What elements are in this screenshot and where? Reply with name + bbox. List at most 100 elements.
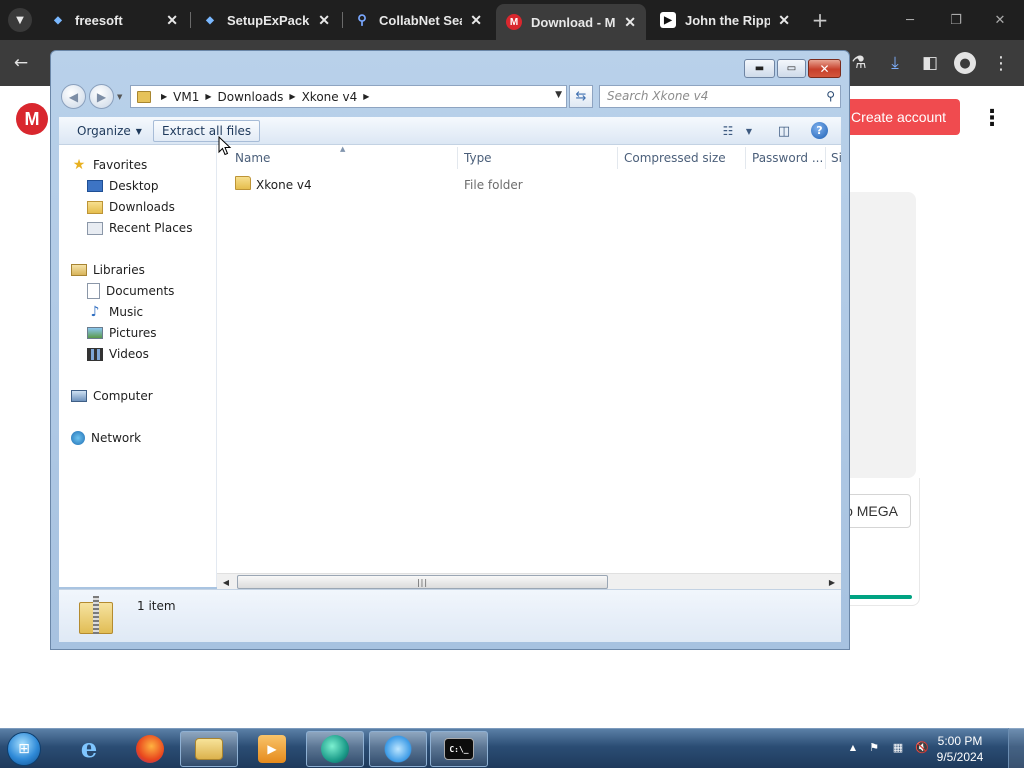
window-maximize-button[interactable]: ▭ <box>777 59 806 78</box>
start-button[interactable]: ⊞ <box>4 730 44 768</box>
breadcrumb-item[interactable]: Downloads <box>218 90 284 104</box>
tab-close-icon[interactable]: ✕ <box>778 12 790 29</box>
close-icon[interactable]: ✕ <box>988 8 1012 32</box>
scroll-thumb[interactable]: ||| <box>237 575 608 589</box>
network-tray-icon[interactable]: ▦ <box>890 738 906 756</box>
explorer-window: ▬ ▭ ✕ ◀ ▶ ▼ ▶ VM1 ▶ Downloads ▶ Xkone v4… <box>50 50 850 650</box>
column-header-name[interactable]: Name <box>235 151 455 167</box>
nav-recent-places[interactable]: Recent Places <box>87 219 192 237</box>
refresh-icon[interactable]: ⇆ <box>569 85 593 108</box>
address-dropdown-icon[interactable]: ▼ <box>555 90 562 100</box>
tab-freesoft[interactable]: ◆ freesoft ✕ <box>40 6 188 34</box>
tab-setupexpack[interactable]: ◆ SetupExPack ✕ <box>192 6 340 34</box>
system-clock[interactable]: 5:00 PM 9/5/2024 <box>928 733 992 765</box>
breadcrumb-arrow-icon[interactable]: ▶ <box>205 92 211 101</box>
nav-music[interactable]: ♪ Music <box>87 303 144 321</box>
navigation-pane: ★ Favorites Desktop Downloads Recent Pla… <box>59 145 217 587</box>
new-tab-button[interactable]: + <box>810 8 830 32</box>
column-header-size[interactable]: Si <box>831 151 841 167</box>
table-row[interactable]: Xkone v4 File folder <box>233 175 833 195</box>
bird-icon: ◆ <box>54 14 62 26</box>
details-pane: 1 item <box>59 589 841 642</box>
pictures-icon <box>87 327 103 339</box>
horizontal-scrollbar[interactable]: ◀ ||| ▶ <box>217 573 841 590</box>
view-chevron-down-icon[interactable]: ▼ <box>743 122 755 140</box>
recent-places-icon <box>87 221 103 235</box>
mega-logo[interactable]: M <box>16 103 48 135</box>
column-divider[interactable] <box>617 147 618 169</box>
back-arrow-icon[interactable]: ← <box>8 50 34 76</box>
network-app-icon[interactable] <box>369 731 427 767</box>
column-header-compressed-size[interactable]: Compressed size <box>624 151 744 167</box>
window-minimize-button[interactable]: ▬ <box>744 59 775 78</box>
profile-avatar-icon[interactable]: ● <box>952 50 978 76</box>
browser-menu-icon[interactable]: ⋮ <box>988 50 1014 76</box>
media-player-icon[interactable]: ▶ <box>243 731 301 767</box>
download-icon[interactable]: ⤓ <box>882 50 908 76</box>
restore-icon[interactable]: ❐ <box>944 8 968 32</box>
breadcrumb-item[interactable]: Xkone v4 <box>302 90 358 104</box>
recent-pages-chevron-icon[interactable]: ▼ <box>117 93 122 101</box>
column-header-type[interactable]: Type <box>464 151 614 167</box>
download-card <box>840 192 916 478</box>
clock-time: 5:00 PM <box>937 734 983 748</box>
view-options-icon[interactable]: ☷ <box>719 122 737 140</box>
column-divider[interactable] <box>825 147 826 169</box>
zip-folder-icon <box>137 90 151 103</box>
minimize-icon[interactable]: ─ <box>898 8 922 32</box>
file-name: Xkone v4 <box>256 178 312 192</box>
column-divider[interactable] <box>745 147 746 169</box>
tab-download-mega[interactable]: M Download - MEGA ✕ <box>496 4 646 40</box>
scroll-right-icon[interactable]: ▶ <box>825 576 839 589</box>
nav-videos[interactable]: Videos <box>87 345 149 363</box>
scroll-left-icon[interactable]: ◀ <box>219 576 233 589</box>
address-bar[interactable]: ▶ VM1 ▶ Downloads ▶ Xkone v4 ▶ ▼ <box>130 85 567 108</box>
preview-pane-icon[interactable]: ◫ <box>775 122 793 140</box>
help-icon[interactable]: ? <box>811 122 828 139</box>
page-menu-icon[interactable]: ⋮ <box>981 104 1003 132</box>
tab-close-icon[interactable]: ✕ <box>470 12 482 29</box>
breadcrumb-arrow-icon[interactable]: ▶ <box>363 92 369 101</box>
search-icon[interactable]: ⚲ <box>826 89 835 103</box>
breadcrumb-item[interactable]: VM1 <box>173 90 199 104</box>
tab-close-icon[interactable]: ✕ <box>166 12 178 29</box>
nav-favorites[interactable]: ★ Favorites <box>71 156 148 174</box>
nav-network[interactable]: Network <box>71 429 141 447</box>
nav-documents[interactable]: Documents <box>87 282 174 300</box>
breadcrumb-arrow-icon[interactable]: ▶ <box>161 92 167 101</box>
column-header-password[interactable]: Password ... <box>752 151 822 167</box>
file-explorer-icon[interactable] <box>180 731 238 767</box>
internet-explorer-icon[interactable]: e <box>60 731 118 767</box>
nav-libraries[interactable]: Libraries <box>71 261 145 279</box>
tab-separator <box>190 12 191 28</box>
file-list: ▲ Name Type Compressed size Password ...… <box>217 145 841 587</box>
breadcrumb-arrow-icon[interactable]: ▶ <box>289 92 295 101</box>
browser-icon[interactable] <box>306 731 364 767</box>
nav-computer[interactable]: Computer <box>71 387 153 405</box>
tab-search-chevron-icon[interactable]: ▼ <box>8 8 32 32</box>
column-divider[interactable] <box>457 147 458 169</box>
extract-all-files-button[interactable]: Extract all files <box>153 120 261 142</box>
tab-separator <box>342 12 343 28</box>
nav-label: Documents <box>106 284 175 298</box>
nav-desktop[interactable]: Desktop <box>87 177 159 195</box>
nav-downloads[interactable]: Downloads <box>87 198 175 216</box>
window-close-button[interactable]: ✕ <box>808 59 841 78</box>
search-input[interactable]: Search Xkone v4 ⚲ <box>599 85 841 108</box>
tab-john-the-ripper[interactable]: ▶ John the Ripper ✕ <box>650 6 800 34</box>
tab-close-icon[interactable]: ✕ <box>318 12 330 29</box>
firefox-icon[interactable] <box>121 731 179 767</box>
organize-button[interactable]: Organize ▼ <box>69 120 150 142</box>
forward-button[interactable]: ▶ <box>89 84 114 109</box>
show-desktop-button[interactable] <box>1008 728 1024 768</box>
nav-pictures[interactable]: Pictures <box>87 324 157 342</box>
back-button[interactable]: ◀ <box>61 84 86 109</box>
tab-close-icon[interactable]: ✕ <box>624 14 636 31</box>
side-panel-icon[interactable]: ◧ <box>917 50 943 76</box>
create-account-button[interactable]: Create account <box>836 99 960 135</box>
tab-collabnet[interactable]: ⚲ CollabNet Sear ✕ <box>344 6 492 34</box>
libraries-icon <box>71 264 87 276</box>
action-center-flag-icon[interactable]: ⚑ <box>866 738 882 756</box>
cmd-icon[interactable]: C:\_ <box>430 731 488 767</box>
show-hidden-icons-chevron-icon[interactable]: ▲ <box>845 738 861 756</box>
